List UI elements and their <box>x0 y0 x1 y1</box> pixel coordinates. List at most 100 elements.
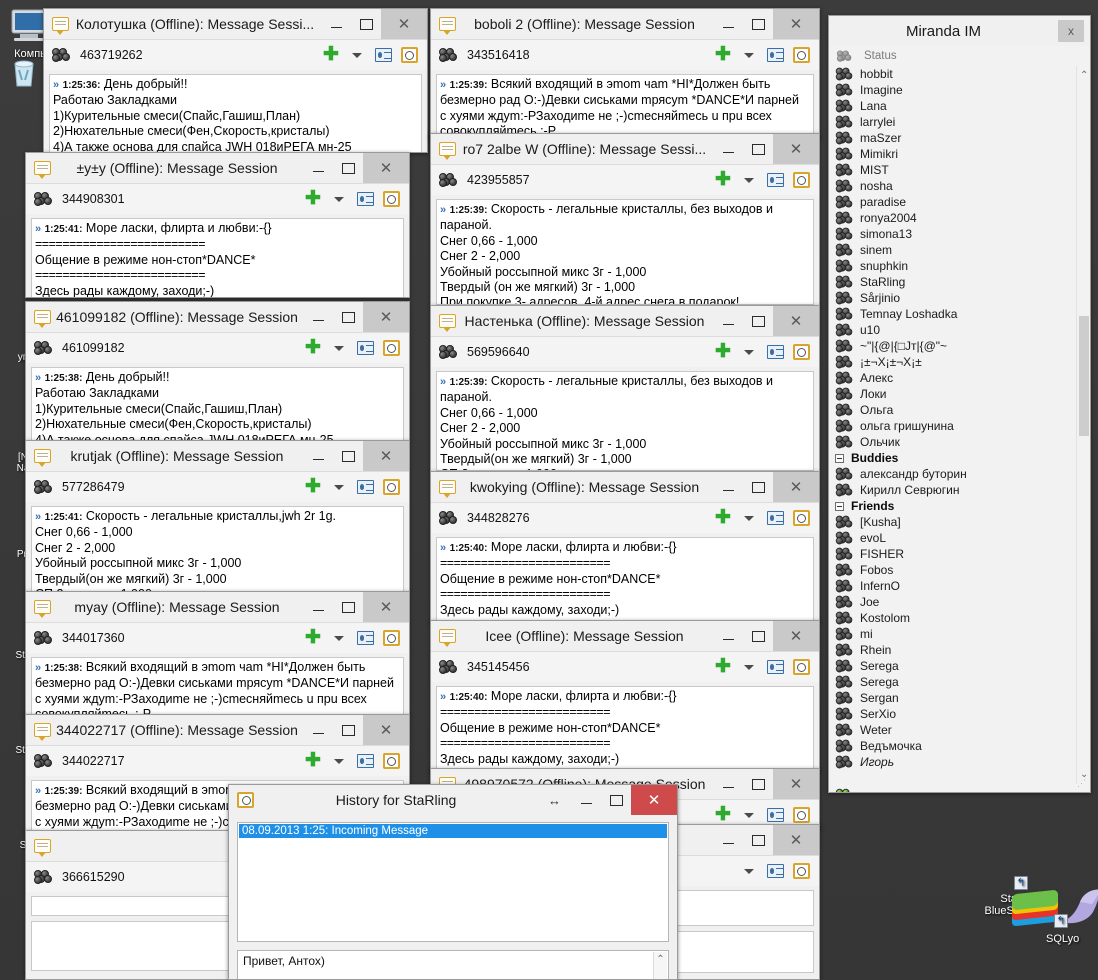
close-button[interactable]: ✕ <box>773 306 819 336</box>
close-button[interactable]: ✕ <box>773 621 819 651</box>
history-window[interactable]: History for StaRling ↔ ✕ 08.09.2013 1:25… <box>228 784 678 980</box>
contact-list-item[interactable]: Sårjinio <box>829 290 1090 306</box>
window-buttons[interactable]: ✕ <box>303 715 409 745</box>
add-contact-button[interactable]: ✚ <box>711 656 735 678</box>
history-button[interactable] <box>789 169 813 191</box>
user-details-button[interactable] <box>763 507 787 529</box>
minimize-button[interactable] <box>713 769 743 799</box>
history-button[interactable] <box>789 44 813 66</box>
user-details-button[interactable] <box>353 337 377 359</box>
add-contact-button[interactable]: ✚ <box>319 44 343 66</box>
history-entry-list[interactable]: 08.09.2013 1:25: Incoming Message <box>237 822 669 942</box>
add-contact-button[interactable]: ✚ <box>301 337 325 359</box>
user-details-button[interactable] <box>763 656 787 678</box>
message-window-krutjak[interactable]: krutjak (Offline): Message Session ✕ 577… <box>25 440 410 592</box>
maximize-button[interactable] <box>333 302 363 332</box>
history-button[interactable] <box>789 860 813 882</box>
history-button[interactable] <box>379 627 403 649</box>
titlebar[interactable]: myay (Offline): Message Session ✕ <box>26 592 409 622</box>
titlebar[interactable]: krutjak (Offline): Message Session ✕ <box>26 441 409 471</box>
close-button[interactable]: ✕ <box>773 9 819 39</box>
contact-list-item[interactable]: Алекс <box>829 370 1090 386</box>
user-details-button[interactable] <box>763 804 787 826</box>
maximize-button[interactable] <box>601 785 631 815</box>
titlebar[interactable]: ro7 2albe W (Offline): Message Sessi... … <box>431 134 819 164</box>
maximize-button[interactable] <box>743 306 773 336</box>
add-contact-button[interactable]: ✚ <box>711 44 735 66</box>
window-buttons[interactable]: x <box>1058 16 1090 46</box>
contact-list-item[interactable]: StaRling <box>829 274 1090 290</box>
close-button[interactable]: ✕ <box>631 785 677 815</box>
add-contact-button[interactable]: ✚ <box>711 507 735 529</box>
dropdown-button[interactable] <box>737 169 761 191</box>
window-buttons[interactable]: ✕ <box>713 825 819 855</box>
contact-list-item[interactable]: Temnay Loshadka <box>829 306 1090 322</box>
contact-list-item[interactable]: Ведъмочка <box>829 738 1090 754</box>
titlebar[interactable]: History for StaRling ↔ ✕ <box>229 785 677 815</box>
user-details-button[interactable] <box>763 860 787 882</box>
contact-list-item[interactable]: paradise <box>829 194 1090 210</box>
close-button[interactable]: ✕ <box>773 134 819 164</box>
contact-list-item[interactable]: u10 <box>829 322 1090 338</box>
window-buttons[interactable]: ✕ <box>713 9 819 39</box>
maximize-button[interactable] <box>743 769 773 799</box>
contact-list-item[interactable]: Lana <box>829 98 1090 114</box>
history-button[interactable] <box>379 476 403 498</box>
history-entry-selected[interactable]: 08.09.2013 1:25: Incoming Message <box>239 824 667 838</box>
dropdown-button[interactable] <box>737 656 761 678</box>
contact-list-item[interactable]: FISHER <box>829 546 1090 562</box>
minimize-button[interactable] <box>713 825 743 855</box>
window-buttons[interactable]: ✕ <box>713 306 819 336</box>
titlebar[interactable]: 461099182 (Offline): Message Session ✕ <box>26 302 409 332</box>
contact-list-item[interactable]: snuphkin <box>829 258 1090 274</box>
contact-list-item[interactable]: MIST <box>829 162 1090 178</box>
contact-list-item[interactable]: александр буторин <box>829 466 1090 482</box>
message-log[interactable]: » 1:25:36: День добрый!! Работаю Закладк… <box>49 74 422 152</box>
message-window-kwokying[interactable]: kwokying (Offline): Message Session ✕ 34… <box>430 471 820 623</box>
maximize-button[interactable] <box>333 441 363 471</box>
contact-list-item[interactable]: maSzer <box>829 130 1090 146</box>
maximize-button[interactable] <box>333 153 363 183</box>
contact-list-item[interactable]: Ольчик <box>829 434 1090 450</box>
contact-list-item[interactable]: Serega <box>829 658 1090 674</box>
titlebar[interactable]: ±y±y (Offline): Message Session ✕ <box>26 153 409 183</box>
add-contact-button[interactable]: ✚ <box>711 804 735 826</box>
titlebar[interactable]: Miranda IM x <box>829 16 1090 46</box>
minimize-button[interactable] <box>713 134 743 164</box>
history-button[interactable] <box>789 804 813 826</box>
contact-list-item[interactable]: sinem <box>829 242 1090 258</box>
dropdown-button[interactable] <box>737 860 761 882</box>
maximize-button[interactable] <box>743 621 773 651</box>
close-button[interactable]: ✕ <box>363 302 409 332</box>
user-details-button[interactable] <box>763 169 787 191</box>
contact-group-friends[interactable]: Friends <box>829 498 1090 514</box>
add-contact-button[interactable]: ✚ <box>301 627 325 649</box>
minimize-button[interactable] <box>713 306 743 336</box>
history-button[interactable] <box>379 750 403 772</box>
window-buttons[interactable]: ✕ <box>713 621 819 651</box>
contact-list-item[interactable]: Игорь <box>829 754 1090 770</box>
message-log[interactable]: » 1:25:39: Всякий входящий в эmom чаm *H… <box>436 74 814 139</box>
history-button[interactable] <box>789 656 813 678</box>
contact-list-item[interactable]: ольга гришунина <box>829 418 1090 434</box>
minimize-button[interactable] <box>303 153 333 183</box>
dropdown-button[interactable] <box>737 341 761 363</box>
close-button[interactable]: x <box>1058 20 1084 42</box>
dropdown-button[interactable] <box>327 750 351 772</box>
user-details-button[interactable] <box>353 476 377 498</box>
titlebar[interactable]: boboli 2 (Offline): Message Session ✕ <box>431 9 819 39</box>
minimize-button[interactable] <box>303 592 333 622</box>
contact-list-item[interactable]: mi <box>829 626 1090 642</box>
contact-group-buddies[interactable]: Buddies <box>829 450 1090 466</box>
close-button[interactable]: ✕ <box>363 441 409 471</box>
maximize-button[interactable] <box>743 472 773 502</box>
titlebar[interactable]: Icee (Offline): Message Session ✕ <box>431 621 819 651</box>
contact-list-item[interactable]: Ольга <box>829 402 1090 418</box>
minimize-button[interactable] <box>303 302 333 332</box>
contact-list-scrollbar[interactable]: ⌃ ⌄ <box>1076 66 1090 784</box>
account-status-icon[interactable] <box>835 788 853 792</box>
add-contact-button[interactable]: ✚ <box>301 476 325 498</box>
add-contact-button[interactable]: ✚ <box>301 750 325 772</box>
user-details-button[interactable] <box>371 44 395 66</box>
history-message-view[interactable]: Привет, Антох) ⌃ <box>237 950 669 979</box>
